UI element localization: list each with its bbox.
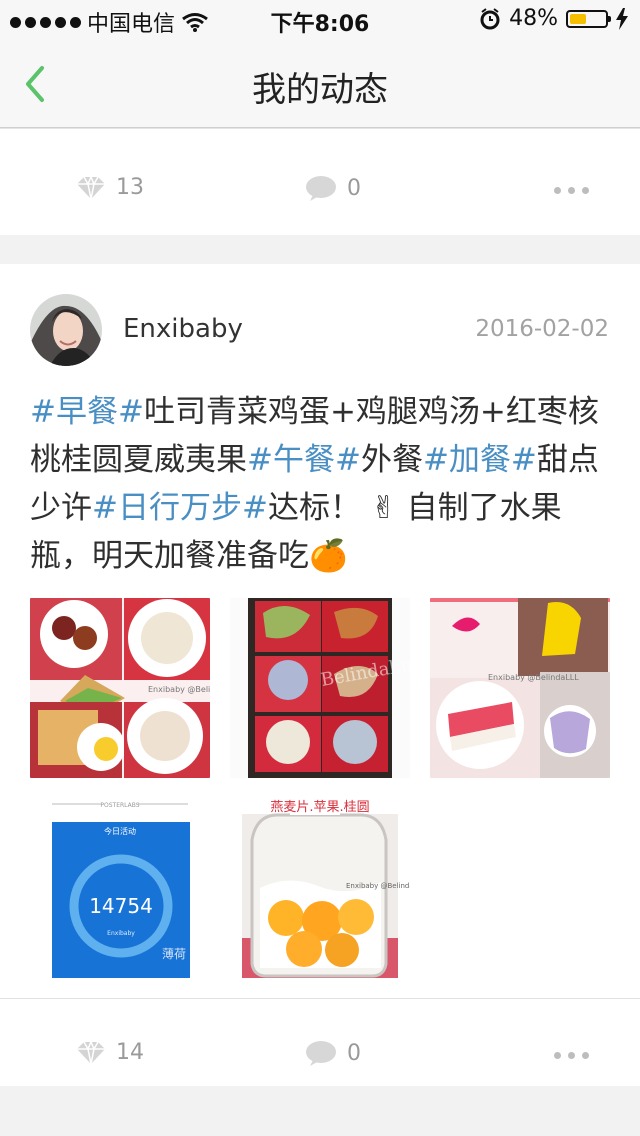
hashtag-snack[interactable]: #加餐# (423, 442, 537, 478)
battery-level (570, 13, 586, 24)
comment-icon (306, 1041, 336, 1066)
like-button[interactable]: 14 (76, 1040, 144, 1065)
step-count: 14754 (89, 894, 153, 918)
hashtag-lunch[interactable]: #午餐# (247, 442, 361, 478)
comment-icon (306, 176, 336, 201)
battery-icon (566, 9, 611, 28)
post-text: #早餐#吐司青菜鸡蛋+鸡腿鸡汤+红枣核桃桂圆夏威夷果#午餐#外餐#加餐#甜点少许… (30, 388, 615, 580)
post-photo[interactable]: POSTERLABS 今日活动 14754 Enxibaby 薄荷 (30, 798, 210, 978)
photo-watermark: Enxibaby @BelindaLLL (346, 882, 410, 890)
alarm-icon (480, 7, 500, 29)
dessert-photo[interactable]: Enxibaby @BelindaLLL (430, 598, 610, 778)
post-photo[interactable]: 燕麦片.苹果.桂圆 Enxibaby @BelindaLLL (230, 798, 410, 978)
post-photo[interactable]: Belindalinna (230, 598, 410, 778)
diamond-icon (77, 175, 105, 199)
breakfast-photo[interactable]: Enxibaby @BelindaLLL (30, 598, 210, 778)
steps-screenshot[interactable]: POSTERLABS 今日活动 14754 Enxibaby 薄荷 (30, 798, 210, 978)
hashtag-steps[interactable]: #日行万步# (92, 490, 268, 526)
more-icon[interactable] (554, 187, 589, 194)
feed-gap (0, 1086, 640, 1136)
username[interactable]: Enxibaby (123, 314, 243, 344)
charging-icon (616, 7, 628, 30)
more-button[interactable] (554, 187, 589, 194)
post-date: 2016-02-02 (475, 316, 609, 342)
more-button[interactable] (554, 1052, 589, 1059)
comment-count: 0 (347, 176, 361, 201)
more-icon[interactable] (554, 1052, 589, 1059)
comment-button[interactable]: 0 (305, 1040, 361, 1067)
post-divider (0, 998, 640, 999)
hashtag-breakfast[interactable]: #早餐# (30, 394, 144, 430)
like-button[interactable]: 13 (76, 175, 144, 200)
avatar[interactable] (30, 294, 102, 366)
page-title: 我的动态 (252, 70, 388, 110)
navigation-bar: 我的动态 (0, 40, 640, 128)
lunch-photo[interactable]: Belindalinna (230, 598, 410, 778)
brand-watermark: 薄荷 (162, 946, 186, 961)
post-card: Enxibaby 2016-02-02 #早餐#吐司青菜鸡蛋+鸡腿鸡汤+红枣核桃… (0, 264, 640, 1086)
previous-post-card: 13 0 (0, 128, 640, 235)
status-right: 48% (479, 6, 628, 31)
diamond-icon (77, 1040, 105, 1064)
post-text-segment: 外餐 (360, 442, 423, 478)
photo-caption: 燕麦片.苹果.桂圆 (270, 800, 369, 815)
like-count: 13 (116, 175, 144, 200)
avatar-image[interactable] (30, 294, 102, 366)
comment-count: 0 (347, 1041, 361, 1066)
activity-title: 今日活动 (104, 826, 136, 836)
photo-caption: POSTERLABS (100, 802, 139, 809)
fruit-jar-photo[interactable]: 燕麦片.苹果.桂圆 Enxibaby @BelindaLLL (230, 798, 410, 978)
battery-percentage: 48% (509, 6, 558, 31)
comment-button[interactable]: 0 (305, 175, 361, 202)
post-photo[interactable]: Enxibaby @BelindaLLL (30, 598, 210, 778)
photo-watermark: Enxibaby @BelindaLLL (488, 673, 579, 682)
photo-watermark: Enxibaby @BelindaLLL (148, 685, 210, 694)
post-photo[interactable]: Enxibaby @BelindaLLL (430, 598, 610, 778)
like-count: 14 (116, 1040, 144, 1065)
previous-post-actions: 13 0 (0, 149, 640, 233)
step-user: Enxibaby (107, 930, 135, 937)
status-bar: 中国电信 下午8:06 48% (0, 0, 640, 40)
